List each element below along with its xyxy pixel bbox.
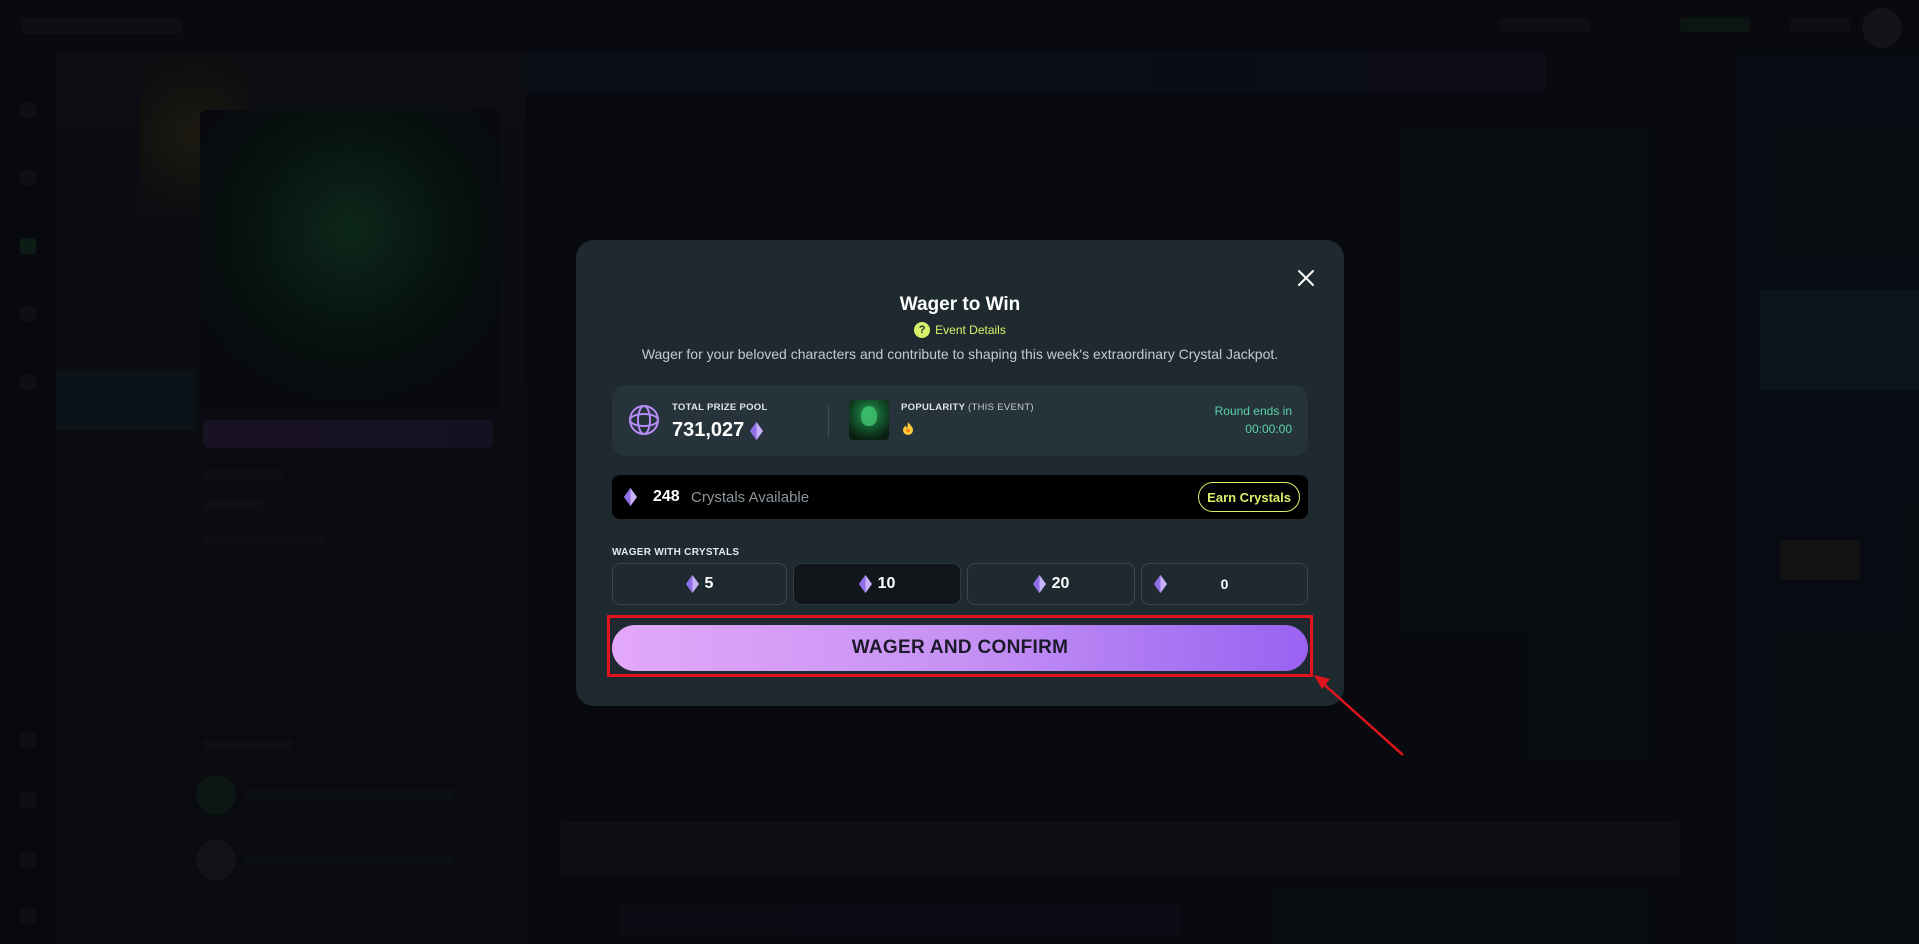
crystal-icon [1032,575,1046,593]
popularity-label: POPULARITY (THIS EVENT) [901,402,1034,413]
popularity-subtitle: (THIS EVENT) [968,402,1034,413]
modal-subtitle: Wager for your beloved characters and co… [641,346,1279,362]
close-button[interactable] [1294,266,1318,290]
crystal-icon [624,488,637,506]
flame-icon [903,422,913,435]
round-ends-timer: 00:00:00 [1245,422,1292,436]
crystal-icon [685,575,699,593]
wager-option-20[interactable]: 20 [967,563,1135,605]
prize-pool-icon [629,405,659,435]
wager-option-value: 20 [1051,575,1070,592]
event-details-label: Event Details [935,323,1006,337]
character-thumbnail [849,400,889,440]
event-details-link[interactable]: ? Event Details [576,322,1344,338]
prize-pool-label: TOTAL PRIZE POOL [672,402,768,413]
wager-option-5[interactable]: 5 [612,563,787,605]
stats-panel: TOTAL PRIZE POOL 731,027 POPULARITY (THI… [612,385,1308,456]
wager-modal: Wager to Win ? Event Details Wager for y… [576,240,1344,706]
modal-title: Wager to Win [899,294,1021,315]
crystals-label: Crystals Available [691,489,810,506]
wager-and-confirm-button[interactable]: WAGER AND CONFIRM [612,625,1308,671]
close-icon [1298,270,1314,286]
stats-divider [828,405,829,437]
crystal-icon [858,575,872,593]
crystal-icon [750,421,764,440]
popularity-title: POPULARITY [901,402,966,413]
help-icon: ? [914,322,931,338]
wager-option-value: 10 [877,575,896,592]
earn-crystals-button[interactable]: Earn Crystals [1198,482,1300,512]
custom-wager-input[interactable]: 0 [1141,563,1308,605]
prize-pool-amount: 731,027 [672,419,745,441]
crystals-count: 248 [653,488,680,505]
wager-options: 5 10 20 0 [612,563,1308,605]
wager-option-10[interactable]: 10 [793,563,961,605]
wager-option-value: 5 [704,575,714,592]
prize-pool-value: 731,027 [672,419,764,442]
custom-wager-value: 0 [1220,576,1229,592]
round-ends-label: Round ends in [1214,404,1292,418]
wager-label: WAGER WITH CRYSTALS [612,547,740,558]
crystals-available-bar: 248 Crystals Available Earn Crystals [612,475,1308,519]
